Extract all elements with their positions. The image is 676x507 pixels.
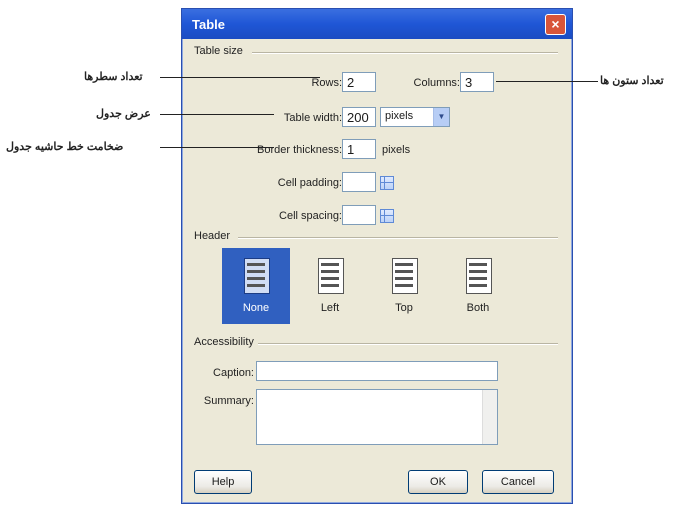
accessibility-group-label: Accessibility xyxy=(194,336,254,348)
header-divider xyxy=(238,237,558,239)
cell-padding-label: Cell padding: xyxy=(277,177,342,189)
rows-label: Rows: xyxy=(311,77,342,89)
header-group-label: Header xyxy=(194,230,231,242)
header-option-label: None xyxy=(242,302,270,314)
cancel-button[interactable]: Cancel xyxy=(482,470,554,494)
accessibility-divider xyxy=(258,343,558,345)
summary-scrollbar[interactable] xyxy=(482,390,497,444)
annotation-columns: تعداد ستون ها xyxy=(600,75,664,87)
table-both-header-icon xyxy=(466,258,492,294)
header-option-left[interactable]: Left xyxy=(296,248,364,324)
annotation-rows: تعداد سطرها xyxy=(84,71,143,83)
width-unit-select[interactable]: pixels ▼ xyxy=(380,107,450,127)
cell-spacing-input[interactable] xyxy=(342,205,376,225)
table-dialog: Table × Table size Rows: 2 Columns: 3 Ta… xyxy=(181,8,573,504)
table-width-input[interactable]: 200 xyxy=(342,107,376,127)
cell-padding-icon xyxy=(380,176,394,190)
columns-input[interactable]: 3 xyxy=(460,72,494,92)
border-unit-label: pixels xyxy=(382,144,411,156)
columns-label: Columns: xyxy=(413,77,460,89)
table-size-divider xyxy=(252,52,558,54)
border-thickness-label: Border thickness: xyxy=(257,144,342,156)
annotation-width-line xyxy=(160,114,274,115)
annotation-border-line xyxy=(160,147,274,148)
summary-textarea[interactable] xyxy=(256,389,498,445)
caption-input[interactable] xyxy=(256,361,498,381)
header-option-both[interactable]: Both xyxy=(444,248,512,324)
cell-padding-input[interactable] xyxy=(342,172,376,192)
help-button[interactable]: Help xyxy=(194,470,252,494)
chevron-down-icon[interactable]: ▼ xyxy=(433,108,449,126)
dialog-title: Table xyxy=(192,17,225,32)
title-bar: Table × xyxy=(182,9,572,39)
summary-label: Summary: xyxy=(203,395,254,407)
table-none-icon xyxy=(244,258,270,294)
width-unit-value: pixels xyxy=(385,110,414,122)
ok-button[interactable]: OK xyxy=(408,470,468,494)
header-option-label: Top xyxy=(395,302,413,314)
header-option-label: Both xyxy=(466,302,490,314)
annotation-columns-line xyxy=(496,81,598,82)
header-option-none[interactable]: None xyxy=(222,248,290,324)
table-top-header-icon xyxy=(392,258,418,294)
caption-label: Caption: xyxy=(213,367,254,379)
annotation-width: عرض جدول xyxy=(96,108,151,120)
table-left-header-icon xyxy=(318,258,344,294)
close-icon[interactable]: × xyxy=(545,14,566,35)
header-option-top[interactable]: Top xyxy=(370,248,438,324)
cell-spacing-icon xyxy=(380,209,394,223)
cell-spacing-label: Cell spacing: xyxy=(279,210,342,222)
annotation-border: ضخامت خط حاشیه جدول xyxy=(6,141,124,153)
header-option-label: Left xyxy=(320,302,340,314)
border-thickness-input[interactable]: 1 xyxy=(342,139,376,159)
rows-input[interactable]: 2 xyxy=(342,72,376,92)
table-size-group-label: Table size xyxy=(194,45,243,57)
annotation-rows-line xyxy=(160,77,320,78)
